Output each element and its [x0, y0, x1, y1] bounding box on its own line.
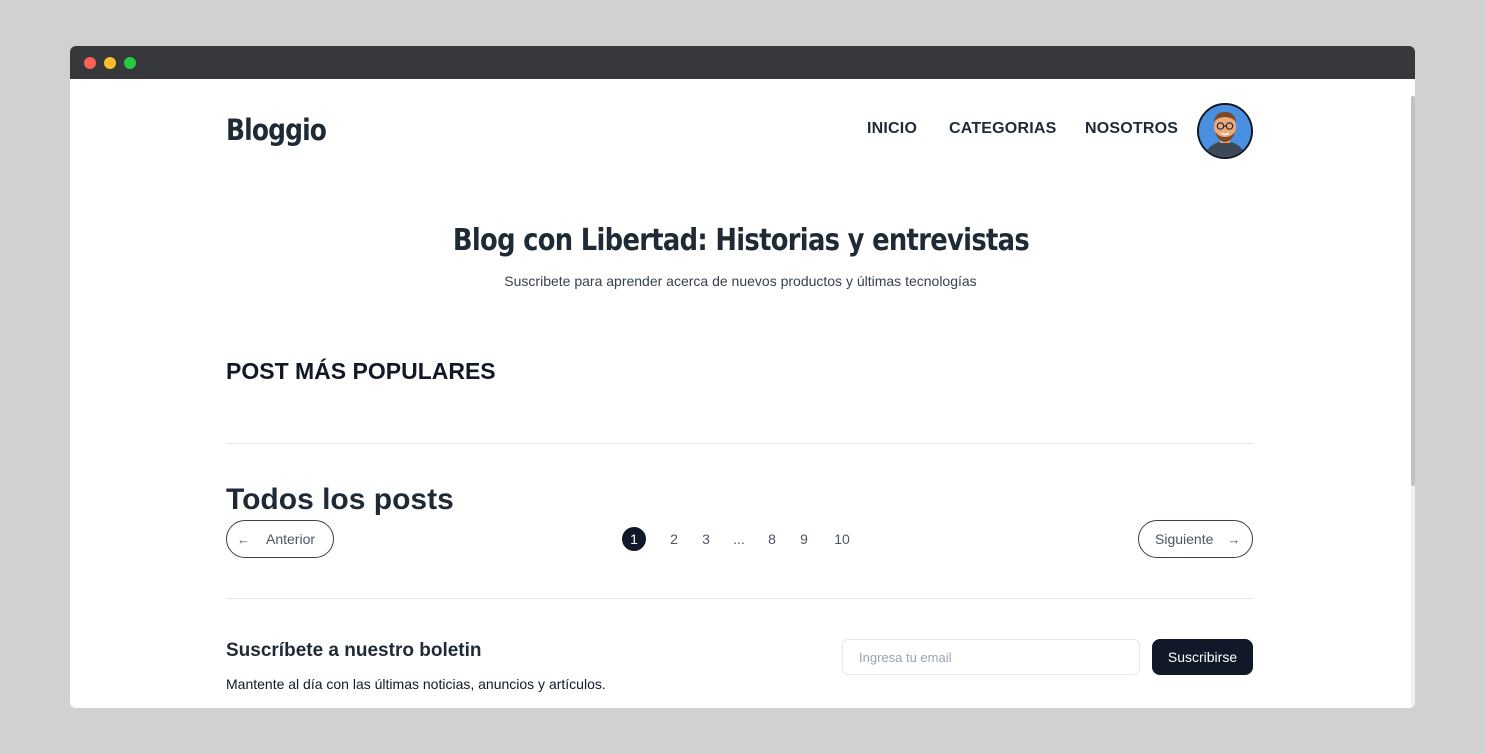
- scrollbar-thumb[interactable]: [1411, 96, 1415, 486]
- page-number[interactable]: 10: [831, 527, 853, 551]
- nav-item-nosotros[interactable]: NOSOTROS: [1085, 120, 1178, 138]
- newsletter-heading: Suscríbete a nuestro boletin: [226, 640, 482, 661]
- page-ellipsis: ...: [733, 531, 745, 547]
- page-number[interactable]: 8: [764, 527, 780, 551]
- nav-item-inicio[interactable]: INICIO: [867, 120, 917, 138]
- page-number[interactable]: 2: [666, 527, 682, 551]
- site-logo[interactable]: Bloggio: [226, 113, 327, 147]
- page-content: Bloggio INICIO CATEGORIAS NOSOTROS Blog …: [70, 79, 1411, 708]
- page-title-text: Blog con Libertad: Historias y entrevist…: [452, 223, 1029, 258]
- page-title: Blog con Libertad: Historias y entrevist…: [70, 223, 1411, 258]
- next-page-label: Siguiente: [1155, 531, 1214, 547]
- page-subtitle: Suscribete para aprender acerca de nuevo…: [504, 273, 977, 289]
- email-input[interactable]: [842, 639, 1140, 675]
- user-avatar-icon[interactable]: [1197, 103, 1253, 159]
- section-divider: [226, 443, 1253, 444]
- arrow-left-icon: ←: [237, 531, 250, 547]
- previous-page-label: Anterior: [266, 531, 316, 547]
- nav-item-categorias[interactable]: CATEGORIAS: [949, 120, 1056, 138]
- window-titlebar: [70, 46, 1415, 79]
- close-window-icon[interactable]: [84, 57, 96, 69]
- section-divider: [226, 598, 1253, 599]
- subscribe-button[interactable]: Suscribirse: [1152, 639, 1253, 675]
- page-number[interactable]: 9: [796, 527, 812, 551]
- popular-posts-heading: POST MÁS POPULARES: [226, 358, 496, 384]
- page-scrollbar[interactable]: [1411, 96, 1415, 708]
- page-number-current[interactable]: 1: [622, 527, 646, 551]
- page-number[interactable]: 3: [698, 527, 714, 551]
- all-posts-heading: Todos los posts: [226, 483, 454, 516]
- next-page-button[interactable]: Siguiente →: [1138, 520, 1253, 558]
- maximize-window-icon[interactable]: [124, 57, 136, 69]
- browser-window: Bloggio INICIO CATEGORIAS NOSOTROS Blog …: [70, 46, 1415, 708]
- minimize-window-icon[interactable]: [104, 57, 116, 69]
- arrow-right-icon: →: [1227, 531, 1241, 547]
- newsletter-description: Mantente al día con las últimas noticias…: [226, 676, 606, 692]
- previous-page-button[interactable]: ← Anterior: [226, 520, 334, 558]
